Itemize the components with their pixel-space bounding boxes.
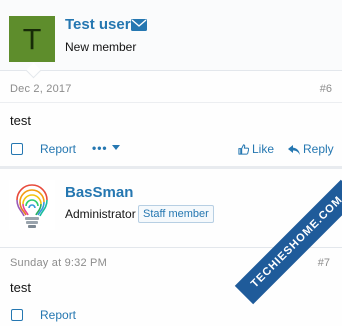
thumbs-up-icon — [238, 144, 249, 155]
username-link[interactable]: Test user — [65, 16, 131, 33]
select-checkbox[interactable] — [11, 309, 23, 321]
post-actions: Report ••• Like Reply — [0, 140, 342, 160]
post-actions: Report — [0, 306, 342, 326]
reply-arrow-icon — [288, 145, 300, 155]
post-body: test — [10, 280, 31, 295]
report-button[interactable]: Report — [40, 308, 76, 322]
user-title: Administrator — [65, 207, 136, 221]
post-user-header: T Test user New member — [0, 0, 342, 79]
more-options-button[interactable]: ••• — [92, 141, 120, 155]
lightbulb-fingerprint-icon — [16, 184, 48, 228]
avatar[interactable] — [9, 180, 55, 230]
post: T Test user New member Dec 2, 2017 #6 te… — [0, 0, 342, 168]
divider — [0, 102, 342, 103]
post-date-link[interactable]: Dec 2, 2017 — [10, 83, 72, 95]
post-body: test — [10, 113, 31, 128]
report-button[interactable]: Report — [40, 142, 76, 156]
chevron-down-icon — [111, 145, 120, 150]
like-label: Like — [252, 142, 275, 156]
post-meta: Dec 2, 2017 #6 — [0, 80, 342, 103]
envelope-icon[interactable] — [131, 19, 147, 31]
post-number-link[interactable]: #7 — [318, 257, 330, 269]
header-arrow-notch — [25, 62, 42, 79]
avatar-letter: T — [23, 22, 41, 56]
like-button[interactable]: Like — [238, 142, 274, 156]
post-date-link[interactable]: Sunday at 9:32 PM — [10, 257, 107, 269]
username-link[interactable]: BasSman — [65, 184, 133, 201]
reply-button[interactable]: Reply — [288, 142, 334, 156]
post-number-link[interactable]: #6 — [320, 83, 332, 95]
user-title: New member — [65, 40, 137, 54]
more-options-label: ••• — [92, 141, 108, 155]
avatar[interactable]: T — [9, 16, 55, 62]
staff-badge: Staff member — [138, 205, 214, 223]
post-user-header: BasSman Administrator Staff member — [0, 169, 342, 237]
reply-label: Reply — [303, 142, 334, 156]
select-checkbox[interactable] — [11, 143, 23, 155]
